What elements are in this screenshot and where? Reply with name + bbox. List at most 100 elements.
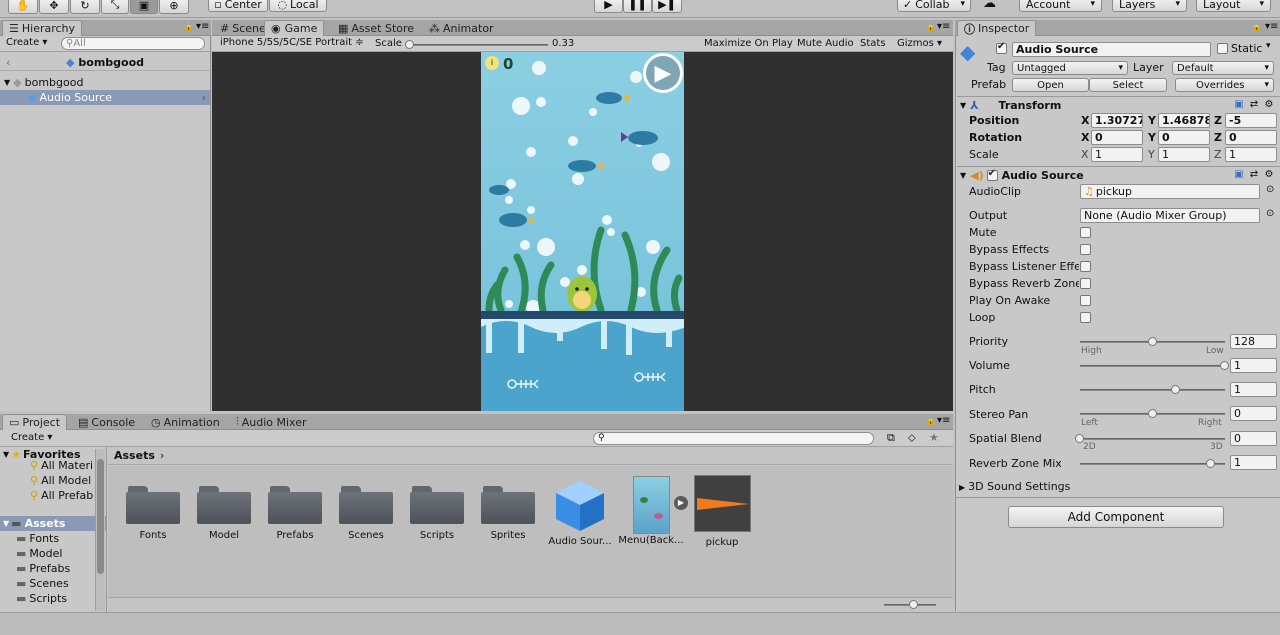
- filter-label-icon[interactable]: ⬦: [908, 431, 916, 445]
- play-button[interactable]: ▶: [594, 0, 623, 13]
- output-field[interactable]: None (Audio Mixer Group): [1080, 208, 1260, 223]
- asset-folder-model[interactable]: Model: [189, 474, 259, 541]
- asset-folder-scenes[interactable]: Scenes: [331, 474, 401, 541]
- scale-slider-thumb[interactable]: [405, 40, 414, 49]
- active-checkbox[interactable]: [996, 41, 1007, 54]
- reverb-zone-mix-slider[interactable]: [1080, 463, 1225, 465]
- preset-icon[interactable]: ⇄: [1248, 99, 1260, 111]
- tab-game[interactable]: ◉ Game: [264, 20, 325, 36]
- tab-console[interactable]: ▤ Console: [72, 414, 141, 430]
- play-game-icon[interactable]: ▶: [643, 53, 683, 93]
- position-z-field[interactable]: -5: [1225, 113, 1277, 128]
- component-enabled-checkbox[interactable]: [986, 168, 998, 181]
- tab-audio-mixer[interactable]: ⫶ Audio Mixer: [230, 414, 313, 430]
- scale-slider-track[interactable]: [408, 44, 548, 46]
- volume-slider[interactable]: [1080, 365, 1225, 367]
- volume-slider-thumb[interactable]: [1220, 361, 1229, 370]
- add-component-button[interactable]: Add Component: [1008, 506, 1224, 528]
- object-picker-icon[interactable]: ⊙: [1266, 184, 1274, 195]
- loop-checkbox[interactable]: [1080, 312, 1091, 323]
- pitch-slider[interactable]: [1080, 389, 1225, 391]
- panel-menu-icon[interactable]: ▾≡: [937, 415, 950, 426]
- asset-folder-prefabs[interactable]: Prefabs: [260, 474, 330, 541]
- assets-tree-item[interactable]: ▬ Scripts: [0, 591, 106, 606]
- assets-tree-item[interactable]: ▬ Model: [0, 546, 106, 561]
- asset-folder-sprites[interactable]: Sprites: [473, 474, 543, 541]
- tab-inspector[interactable]: ⓘ Inspector: [957, 20, 1037, 36]
- favorite-star-icon[interactable]: ★: [929, 431, 939, 444]
- collab-dropdown[interactable]: ✓ Collab: [897, 0, 971, 12]
- panel-menu-icon[interactable]: ▾≡: [937, 21, 950, 32]
- back-arrow-icon[interactable]: ‹: [6, 56, 10, 69]
- scale-tool-button[interactable]: ⤡: [101, 0, 129, 14]
- spatial-blend-slider[interactable]: [1080, 438, 1225, 440]
- pivot-toggle[interactable]: ▫ Center: [208, 0, 268, 12]
- layers-dropdown[interactable]: Layers: [1112, 0, 1187, 12]
- pitch-slider-thumb[interactable]: [1170, 385, 1180, 394]
- static-dropdown-arrow[interactable]: ▾: [1266, 41, 1271, 51]
- filter-type-icon[interactable]: ⧉: [887, 431, 895, 445]
- hierarchy-search-input[interactable]: ⚲All: [61, 37, 205, 50]
- maximize-on-play-toggle[interactable]: Maximize On Play: [704, 38, 793, 49]
- lock-icon[interactable]: 🔒: [1251, 22, 1262, 32]
- asset-folder-scripts[interactable]: Scripts: [402, 474, 472, 541]
- project-search-input[interactable]: ⚲: [593, 432, 874, 445]
- space-toggle[interactable]: ◌ Local: [269, 0, 327, 12]
- spatial-blend-field[interactable]: 0: [1230, 431, 1277, 446]
- audio-source-header[interactable]: ▼ ◀) Audio Source: [957, 166, 1280, 183]
- bypass-listener-effects-checkbox[interactable]: [1080, 261, 1091, 272]
- object-picker-icon[interactable]: ⊙: [1266, 208, 1274, 219]
- transform-tool-button[interactable]: ⊕: [159, 0, 189, 14]
- tab-hierarchy[interactable]: ☰ Hierarchy: [2, 20, 83, 36]
- pitch-field[interactable]: 1: [1230, 382, 1277, 397]
- play-on-awake-checkbox[interactable]: [1080, 295, 1091, 306]
- game-screen[interactable]: ▶ 0 i: [481, 52, 684, 411]
- stereo-pan-slider-thumb[interactable]: [1147, 409, 1157, 418]
- gear-icon[interactable]: ⚙: [1263, 99, 1275, 111]
- assets-tree-item[interactable]: ▬ Scenes: [0, 576, 106, 591]
- panel-menu-icon[interactable]: ▾≡: [196, 21, 209, 32]
- gizmos-dropdown[interactable]: Gizmos ▾: [897, 38, 942, 49]
- help-icon[interactable]: ▣: [1233, 99, 1245, 111]
- layer-dropdown[interactable]: Default: [1172, 61, 1274, 75]
- account-dropdown[interactable]: Account: [1019, 0, 1102, 12]
- expand-sprites-icon[interactable]: ▶: [674, 496, 688, 510]
- mute-checkbox[interactable]: [1080, 227, 1091, 238]
- tab-asset-store[interactable]: ▦ Asset Store: [332, 20, 420, 36]
- hand-tool-button[interactable]: ✋: [8, 0, 38, 14]
- audioclip-field[interactable]: ♫ pickup: [1080, 184, 1260, 199]
- preset-icon[interactable]: ⇄: [1248, 169, 1260, 181]
- asset-folder-fonts[interactable]: Fonts: [118, 474, 188, 541]
- step-button[interactable]: ▶❚: [652, 0, 682, 13]
- prefab-select-button[interactable]: Select: [1089, 78, 1167, 92]
- resolution-dropdown[interactable]: iPhone 5/5S/5C/SE Portrait ≑: [220, 37, 364, 48]
- lock-icon[interactable]: 🔒: [925, 22, 936, 32]
- volume-field[interactable]: 1: [1230, 358, 1277, 373]
- 3d-sound-settings-foldout[interactable]: ▶ 3D Sound Settings: [959, 480, 1070, 493]
- tab-animation[interactable]: ◷ Animation: [145, 414, 226, 430]
- scale-x-field[interactable]: 1: [1091, 147, 1143, 162]
- move-tool-button[interactable]: ✥: [39, 0, 69, 14]
- assets-tree-item[interactable]: ▬ Prefabs: [0, 561, 106, 576]
- rotation-y-field[interactable]: 0: [1158, 130, 1210, 145]
- mute-audio-toggle[interactable]: Mute Audio: [797, 38, 854, 49]
- assets-root[interactable]: ▼ ▬ Assets: [0, 516, 106, 531]
- tag-dropdown[interactable]: Untagged: [1012, 61, 1128, 75]
- tab-project[interactable]: ▭ Project: [2, 414, 68, 430]
- chevron-right-icon[interactable]: ›: [202, 91, 206, 104]
- project-create-dropdown[interactable]: Create ▾: [11, 432, 52, 443]
- scale-z-field[interactable]: 1: [1225, 147, 1277, 162]
- icon-size-slider-thumb[interactable]: [909, 600, 918, 609]
- scroll-thumb[interactable]: [97, 459, 104, 574]
- favorite-item[interactable]: ⚲ All Model: [0, 473, 106, 488]
- assets-tree-item[interactable]: ▬ Fonts: [0, 531, 106, 546]
- rotation-x-field[interactable]: 0: [1091, 130, 1143, 145]
- rotate-tool-button[interactable]: ↻: [70, 0, 100, 14]
- layout-dropdown[interactable]: Layout: [1196, 0, 1271, 12]
- position-x-field[interactable]: 1.30727: [1091, 113, 1143, 128]
- reverb-zone-mix-slider-thumb[interactable]: [1205, 459, 1215, 468]
- scene-root[interactable]: ▼ ◆ bombgood: [0, 75, 210, 90]
- rect-tool-button[interactable]: ▣: [130, 0, 158, 14]
- scale-y-field[interactable]: 1: [1158, 147, 1210, 162]
- gear-icon[interactable]: ⚙: [1263, 169, 1275, 181]
